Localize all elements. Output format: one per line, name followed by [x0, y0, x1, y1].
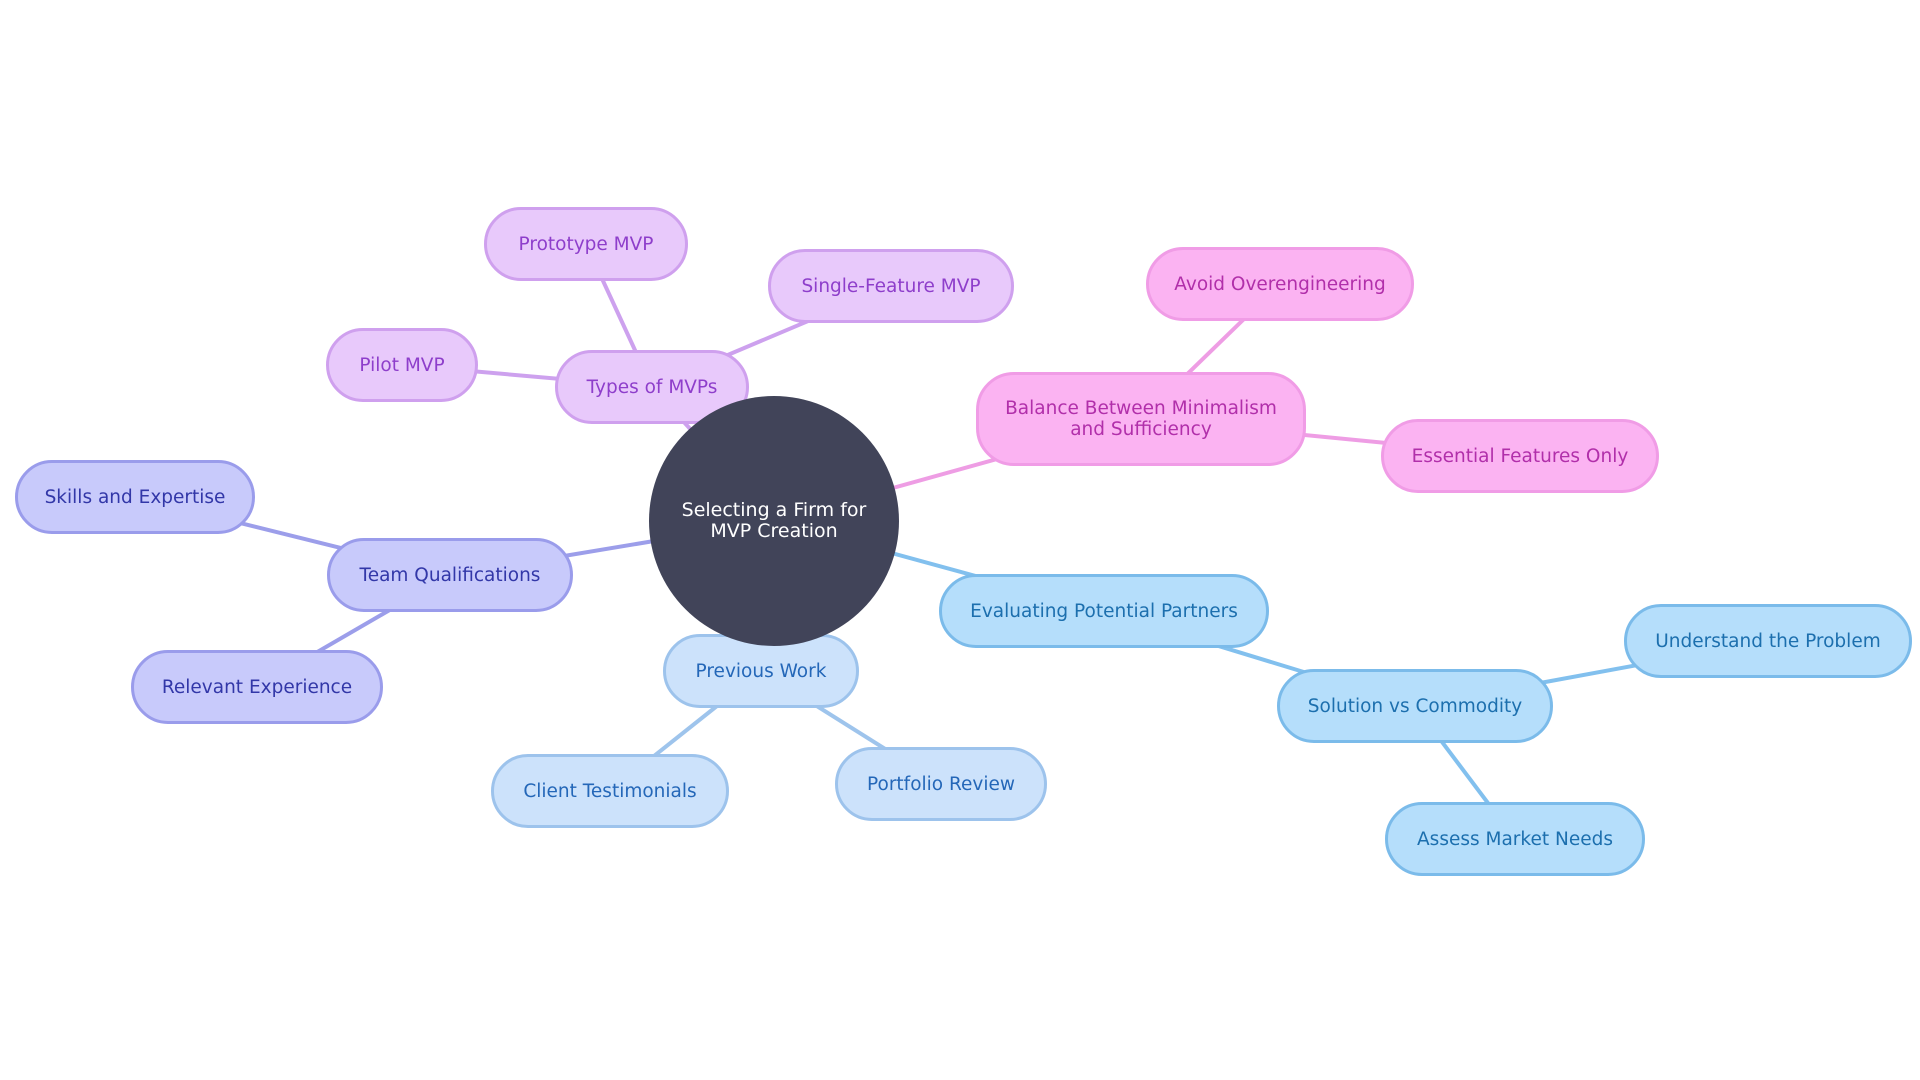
node-skills-and-expertise[interactable]: Skills and Expertise: [15, 460, 255, 534]
node-balance-minimalism-sufficiency[interactable]: Balance Between Minimalism and Sufficien…: [976, 372, 1306, 466]
node-solution-vs-commodity[interactable]: Solution vs Commodity: [1277, 669, 1553, 743]
node-single-feature-mvp[interactable]: Single-Feature MVP: [768, 249, 1014, 323]
node-client-testimonials[interactable]: Client Testimonials: [491, 754, 729, 828]
node-portfolio-review[interactable]: Portfolio Review: [835, 747, 1047, 821]
node-team-qualifications[interactable]: Team Qualifications: [327, 538, 573, 612]
node-avoid-overengineering[interactable]: Avoid Overengineering: [1146, 247, 1414, 321]
node-root-topic[interactable]: Selecting a Firm for MVP Creation: [649, 396, 899, 646]
node-assess-market-needs[interactable]: Assess Market Needs: [1385, 802, 1645, 876]
node-pilot-mvp[interactable]: Pilot MVP: [326, 328, 478, 402]
node-essential-features-only[interactable]: Essential Features Only: [1381, 419, 1659, 493]
node-evaluating-potential-partners[interactable]: Evaluating Potential Partners: [939, 574, 1269, 648]
node-relevant-experience[interactable]: Relevant Experience: [131, 650, 383, 724]
mindmap-canvas: Types of MVPs Prototype MVP Single-Featu…: [0, 0, 1920, 1080]
mindmap-edges: [134, 243, 1769, 841]
node-prototype-mvp[interactable]: Prototype MVP: [484, 207, 688, 281]
node-understand-the-problem[interactable]: Understand the Problem: [1624, 604, 1912, 678]
